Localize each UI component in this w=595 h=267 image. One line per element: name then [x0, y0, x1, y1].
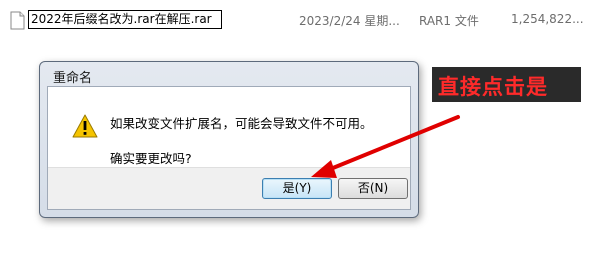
annotation-arrow — [311, 115, 460, 178]
